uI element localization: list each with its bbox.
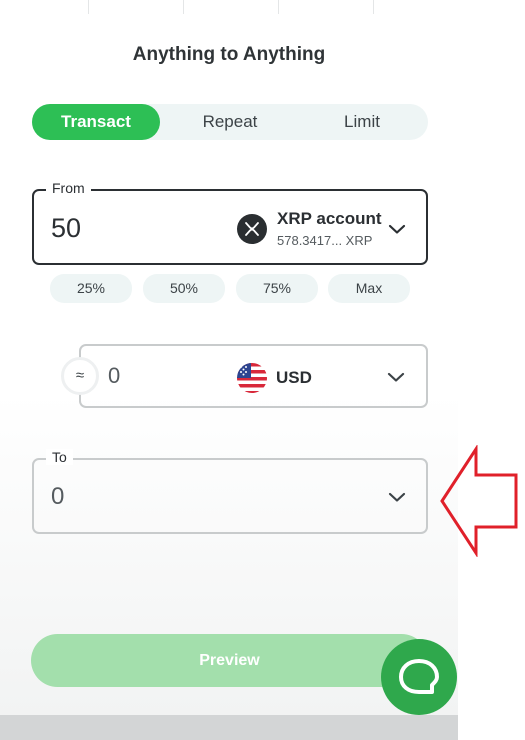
panel-bottom-bar <box>0 715 458 740</box>
to-field[interactable]: To 0 <box>32 449 428 534</box>
panel-title: Anything to Anything <box>132 44 326 65</box>
percent-50-button[interactable]: 50% <box>143 274 225 303</box>
to-amount-input[interactable]: 0 <box>51 483 64 511</box>
chevron-down-icon[interactable] <box>387 371 405 383</box>
currency-label: USD <box>276 368 312 387</box>
from-amount-input[interactable]: 50 <box>51 213 81 244</box>
account-balance: 578.3417... XRP <box>277 233 373 248</box>
percent-25-button[interactable]: 25% <box>50 274 132 303</box>
from-legend: From <box>46 180 91 196</box>
chevron-down-icon[interactable] <box>388 223 406 235</box>
fiat-amount-input[interactable]: 0 <box>108 363 120 389</box>
preview-button[interactable]: Preview <box>31 634 428 687</box>
annotation-arrow-icon <box>440 445 518 557</box>
swap-direction-button[interactable]: ≈ <box>61 357 99 395</box>
us-flag-icon <box>237 363 267 393</box>
fiat-conversion-field[interactable]: 0 USD <box>79 344 428 408</box>
percent-75-button[interactable]: 75% <box>236 274 318 303</box>
tab-repeat[interactable]: Repeat <box>164 104 296 140</box>
xrp-icon <box>237 214 267 244</box>
chevron-down-icon[interactable] <box>388 491 406 503</box>
max-button[interactable]: Max <box>328 274 410 303</box>
top-dividers <box>0 0 458 14</box>
order-type-tabs: Transact Repeat Limit <box>32 104 428 140</box>
from-field[interactable]: From 50 XRP account 578.3417... XRP <box>32 180 428 265</box>
account-name: XRP account <box>277 209 382 228</box>
tab-transact[interactable]: Transact <box>32 104 160 140</box>
chat-bubble-icon <box>399 659 439 694</box>
to-legend: To <box>46 449 73 465</box>
exchange-panel: Anything to Anything Transact Repeat Lim… <box>0 0 458 715</box>
tab-limit[interactable]: Limit <box>296 104 428 140</box>
chat-support-button[interactable] <box>381 639 457 715</box>
